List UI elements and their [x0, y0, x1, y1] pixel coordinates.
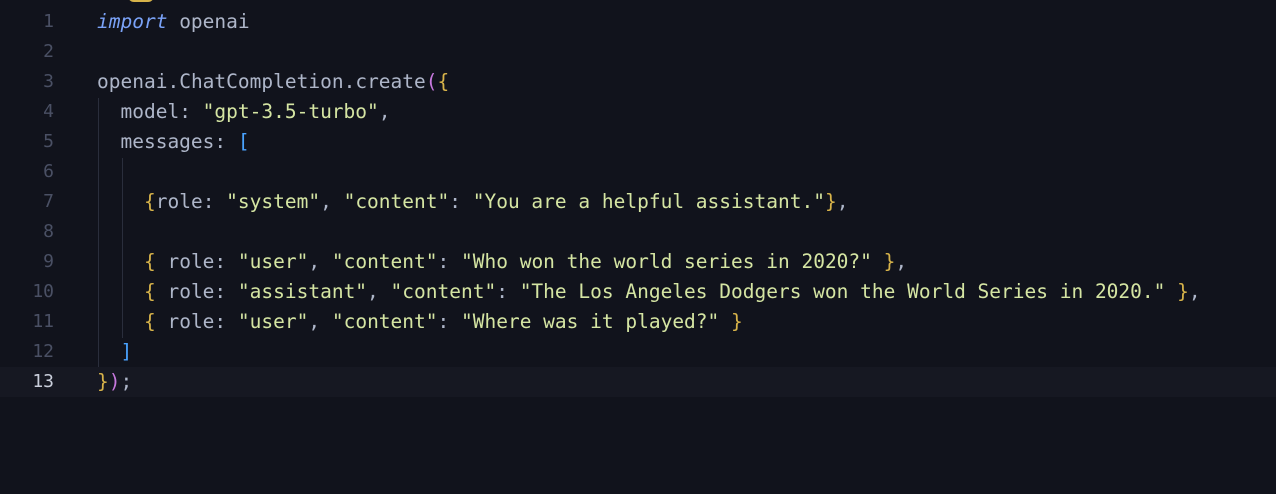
line-number: 10: [32, 281, 54, 302]
code-token: :: [449, 190, 473, 213]
code-token: ,: [320, 190, 344, 213]
line-number: 8: [43, 221, 54, 242]
code-token: [: [237, 130, 250, 153]
code-token: openai: [167, 10, 250, 33]
code-line[interactable]: 7 {role: "system", "content": "You are a…: [0, 187, 1276, 217]
code-token: "content": [331, 310, 438, 333]
code-line[interactable]: 5 messages: [: [0, 127, 1276, 157]
code-line[interactable]: 3 openai.ChatCompletion.create({: [0, 67, 1276, 97]
code-token: "system": [226, 190, 321, 213]
code-token: create: [355, 70, 426, 93]
line-number: 11: [32, 311, 54, 332]
code-token: :: [214, 310, 238, 333]
code-token: "user": [237, 250, 309, 273]
code-token: :: [214, 250, 238, 273]
code-line[interactable]: 4 model: "gpt-3.5-turbo",: [0, 97, 1276, 127]
code-token: "You are a helpful assistant.": [472, 190, 825, 213]
code-token: ;: [120, 370, 133, 393]
line-number: 3: [43, 71, 54, 92]
line-number: 7: [43, 191, 54, 212]
code-token: "gpt-3.5-turbo": [202, 100, 379, 123]
code-token: :: [214, 130, 238, 153]
code-token: ,: [1188, 280, 1201, 303]
line-number: 9: [43, 251, 54, 272]
code-token: "Who won the world series in 2020?": [461, 250, 872, 273]
code-line[interactable]: 2: [0, 37, 1276, 67]
code-line[interactable]: 13});: [0, 367, 1276, 397]
code-token: {: [143, 280, 156, 303]
code-line[interactable]: 9 { role: "user", "content": "Who won th…: [0, 247, 1276, 277]
code-token: role: [155, 190, 203, 213]
code-token: :: [437, 250, 461, 273]
code-token: role: [155, 280, 215, 303]
code-token: {: [143, 250, 156, 273]
line-number: 2: [43, 41, 54, 62]
code-token: ,: [308, 250, 332, 273]
code-text[interactable]: });: [97, 367, 132, 403]
code-token: ,: [836, 190, 849, 213]
code-line[interactable]: 6: [0, 157, 1276, 187]
code-token: (: [425, 70, 438, 93]
code-token: .: [167, 70, 180, 93]
code-token: }: [97, 370, 109, 393]
code-token: ,: [367, 280, 391, 303]
code-token: {: [143, 310, 156, 333]
code-token: :: [214, 280, 238, 303]
line-number: 6: [43, 161, 54, 182]
line-number: 1: [43, 11, 54, 32]
code-token: :: [202, 190, 227, 213]
code-token: .: [343, 70, 356, 93]
code-line[interactable]: 8: [0, 217, 1276, 247]
line-number: 5: [43, 131, 54, 152]
code-token: "content": [331, 250, 438, 273]
code-token: "content": [390, 280, 497, 303]
code-token: }: [824, 190, 837, 213]
line-number: 4: [43, 101, 54, 122]
code-token: "Where was it played?": [461, 310, 720, 333]
code-token: ,: [308, 310, 332, 333]
line-number: 12: [32, 341, 54, 362]
code-token: ]: [120, 340, 133, 363]
code-token: "user": [237, 310, 309, 333]
code-token: {: [437, 70, 450, 93]
code-token: "The Los Angeles Dodgers won the World S…: [519, 280, 1166, 303]
code-token: :: [179, 100, 203, 123]
code-token: }: [731, 310, 743, 333]
code-token: :: [496, 280, 520, 303]
code-token: ): [108, 370, 121, 393]
code-token: model: [97, 100, 180, 123]
code-token: ,: [895, 250, 908, 273]
code-line[interactable]: 12 ]: [0, 337, 1276, 367]
code-token: {: [143, 190, 156, 213]
code-line[interactable]: 10 { role: "assistant", "content": "The …: [0, 277, 1276, 307]
code-token: role: [155, 250, 215, 273]
code-token: messages: [97, 130, 215, 153]
code-token: :: [437, 310, 461, 333]
code-token: }: [883, 250, 896, 273]
code-token: import: [97, 10, 168, 33]
line-number: 13: [32, 371, 54, 392]
code-token: ,: [378, 100, 391, 123]
code-token: "assistant": [237, 280, 368, 303]
code-token: "content": [343, 190, 450, 213]
code-token: }: [1177, 280, 1189, 303]
code-token: openai: [97, 70, 168, 93]
code-token: role: [155, 310, 215, 333]
bracket-match-marker: [128, 0, 154, 2]
code-token: ChatCompletion: [179, 70, 344, 93]
code-editor[interactable]: 1 import openai 2 3 openai.ChatCompletion.cr…: [0, 0, 1276, 494]
code-line[interactable]: 11 { role: "user", "content": "Where was…: [0, 307, 1276, 337]
code-line[interactable]: 1 import openai: [0, 7, 1276, 37]
